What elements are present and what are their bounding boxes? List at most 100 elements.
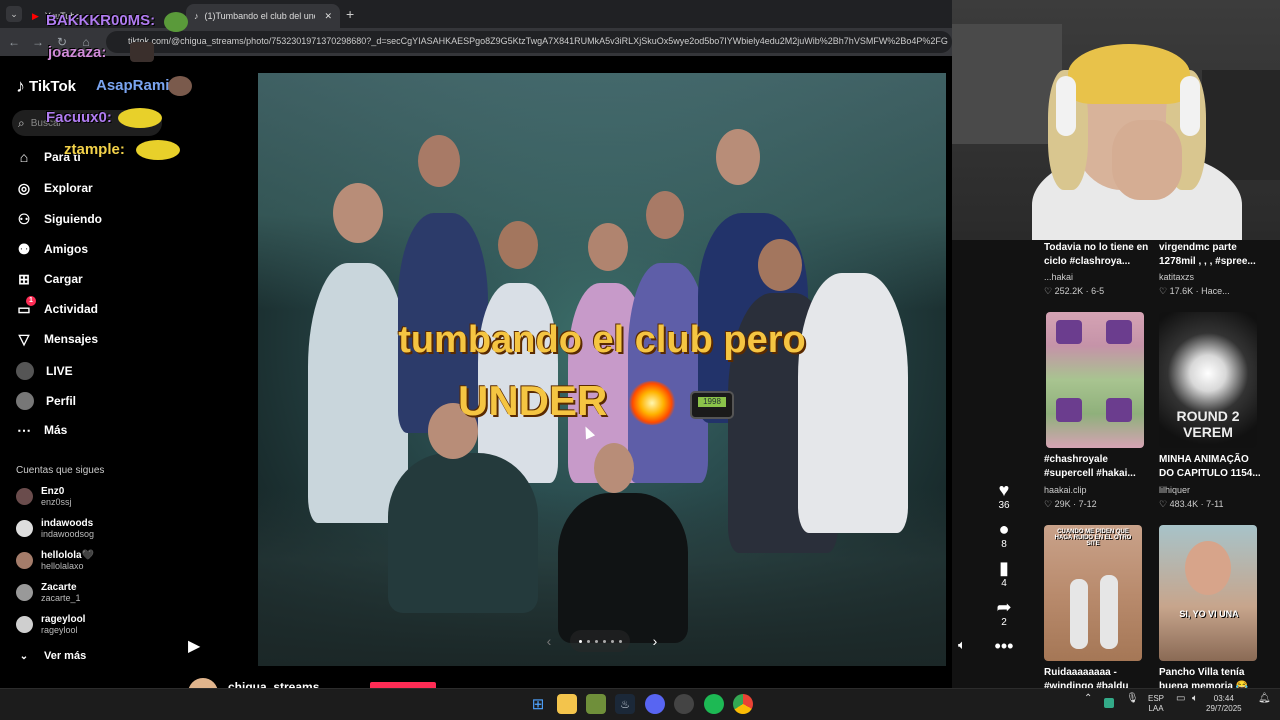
volume-tray-icon[interactable]: 🔈︎ — [1192, 694, 1198, 704]
related-title[interactable]: Todavia no lo tiene en ciclo #clashroya.… — [1044, 241, 1149, 269]
nav-profile[interactable]: Perfil — [16, 392, 76, 410]
spotify-icon[interactable] — [704, 694, 724, 714]
heart-icon: ♡ — [1159, 499, 1170, 509]
comment-count: 8 — [1001, 539, 1007, 550]
share-icon: ➦ — [996, 597, 1012, 617]
related-title[interactable]: MINHA ANIMAÇÃO DO CAPITULO 1154... — [1159, 453, 1264, 481]
activity-icon: ▭ 1 — [16, 296, 36, 317]
thumbnail-text: SI, YO VI UNA — [1179, 609, 1239, 619]
more-icon: ••• — [994, 636, 1014, 656]
avatar — [16, 616, 33, 633]
compass-icon: ◎ — [17, 179, 31, 196]
related-author[interactable]: haakai.clip — [1044, 485, 1087, 495]
pager-text: 1998 — [698, 397, 726, 407]
nav-upload[interactable]: ⊞ Cargar — [16, 271, 83, 287]
face-emote — [136, 140, 180, 160]
save-count: 4 — [1001, 578, 1007, 589]
steam-icon[interactable]: ♨ — [615, 694, 635, 714]
avatar — [16, 552, 33, 569]
person — [308, 263, 408, 523]
related-author[interactable]: ...hakai — [1044, 272, 1073, 282]
app-icon[interactable] — [586, 694, 606, 714]
comment-button[interactable]: ● 8 — [992, 519, 1016, 550]
network-icon[interactable]: ▭ — [1176, 694, 1185, 704]
nav-friends[interactable]: ⚉ Amigos — [16, 241, 88, 257]
url-field[interactable]: tiktok.com/@chigua_streams/photo/7532301… — [106, 31, 952, 53]
following-item[interactable]: Enz0 enz0ssj — [16, 486, 72, 507]
avatar — [16, 584, 33, 601]
language-indicator[interactable]: ESP LAA — [1148, 694, 1164, 714]
streamer-headphones — [1180, 76, 1200, 136]
person — [628, 263, 708, 483]
pager-emoji: 1998 — [690, 391, 734, 419]
related-stats: ♡ 483.4K · 7-11 — [1159, 499, 1224, 509]
related-title[interactable]: #chashroyale #supercell #hakai... — [1044, 453, 1149, 481]
tab-tiktok[interactable]: ♪ (1)Tumbando el club del under ✕ — [186, 4, 340, 28]
avatar-emote — [168, 76, 192, 96]
chat-user: AsapRami: — [96, 77, 175, 94]
avatar — [16, 520, 33, 537]
thumbnail-text: ROUND 2 VEREM — [1176, 408, 1240, 440]
person — [1185, 541, 1231, 595]
post-photo[interactable]: tumbando el club pero UNDER 1998 — [258, 73, 946, 666]
new-tab-button[interactable]: + — [346, 6, 354, 22]
file-explorer-icon[interactable] — [557, 694, 577, 714]
related-thumbnail[interactable]: ROUND 2 VEREM — [1159, 312, 1257, 448]
microphone-icon[interactable]: 🎙︎ — [1126, 694, 1139, 704]
discord-icon[interactable] — [645, 694, 665, 714]
following-item[interactable]: rageylool rageylool — [16, 614, 85, 635]
volume-icon[interactable]: 🔈︎ — [958, 637, 966, 653]
related-stats: ♡ 17.6K · Hace... — [1159, 286, 1230, 296]
nav-activity[interactable]: ▭ 1 Actividad — [16, 296, 98, 317]
pepe-emote — [164, 12, 188, 32]
tray-app-icon[interactable] — [1104, 698, 1114, 708]
tiktok-logo-text: TikTok — [29, 78, 76, 95]
carousel-next-button[interactable]: › — [646, 632, 664, 650]
avatar-emote — [130, 42, 154, 62]
following-item[interactable]: hellolola🖤 hellolalaxo — [16, 550, 94, 571]
nav-explore[interactable]: ◎ Explorar — [16, 180, 93, 196]
forward-button[interactable]: → — [30, 34, 46, 50]
back-button[interactable]: ← — [6, 34, 22, 50]
nav-more[interactable]: ⋯ Más — [16, 422, 67, 438]
nav-messages[interactable]: ▽ Mensajes — [16, 331, 98, 347]
nav-following[interactable]: ⚇ Siguiendo — [16, 211, 102, 227]
streamer-beanie — [1068, 44, 1190, 104]
following-title: Cuentas que sigues — [16, 465, 105, 476]
related-thumbnail[interactable] — [1046, 312, 1144, 448]
more-options-button[interactable]: ••• — [992, 636, 1016, 656]
notification-icon[interactable]: 🔔︎ — [1258, 694, 1271, 704]
carousel-dots — [570, 630, 630, 652]
related-thumbnail[interactable]: CUANDO ME PIDEN QUE HAGA RUIDO EN EL OTR… — [1044, 525, 1142, 661]
tiktok-logo-icon: ♪ — [16, 76, 25, 96]
close-tab-icon[interactable]: ✕ — [324, 11, 332, 22]
related-stats: ♡ 29K · 7-12 — [1044, 499, 1097, 509]
related-title[interactable]: virgendmc parte 1278mil , , , #spree... — [1159, 241, 1264, 269]
see-more-button[interactable]: ⌄ Ver más — [16, 648, 86, 664]
related-author[interactable]: katitaxzs — [1159, 272, 1194, 282]
chrome-alt-icon[interactable] — [674, 694, 694, 714]
following-item[interactable]: indawoods indawoodsog — [16, 518, 94, 539]
tab-search-button[interactable]: ⌄ — [6, 6, 22, 22]
chat-user: ztample: — [64, 141, 125, 158]
windows-start-icon[interactable]: ⊞ — [528, 694, 548, 714]
window-backdrop — [952, 24, 1062, 144]
nav-live[interactable]: LIVE — [16, 362, 73, 380]
chrome-icon[interactable] — [733, 694, 753, 714]
activity-badge: 1 — [26, 296, 36, 306]
clock[interactable]: 03:44 29/7/2025 — [1206, 694, 1242, 714]
save-button[interactable]: ▮ 4 — [992, 558, 1016, 589]
related-thumbnail[interactable]: SI, YO VI UNA — [1159, 525, 1257, 661]
carousel-prev-button[interactable]: ‹ — [540, 632, 558, 650]
like-button[interactable]: ♥ 36 — [992, 480, 1016, 511]
play-icon[interactable]: ▶ — [188, 636, 200, 656]
person — [388, 453, 538, 613]
tiktok-logo[interactable]: ♪ TikTok — [16, 76, 76, 97]
heart-icon: ♡ — [1044, 499, 1055, 509]
following-item[interactable]: Zacarte zacarte_1 — [16, 582, 81, 603]
person — [716, 129, 760, 185]
tray-chevron-icon[interactable]: ⌃ — [1084, 694, 1092, 704]
related-author[interactable]: lilhiquer — [1159, 485, 1190, 495]
chat-user: Facuux0: — [46, 109, 112, 126]
share-button[interactable]: ➦ 2 — [992, 597, 1016, 628]
